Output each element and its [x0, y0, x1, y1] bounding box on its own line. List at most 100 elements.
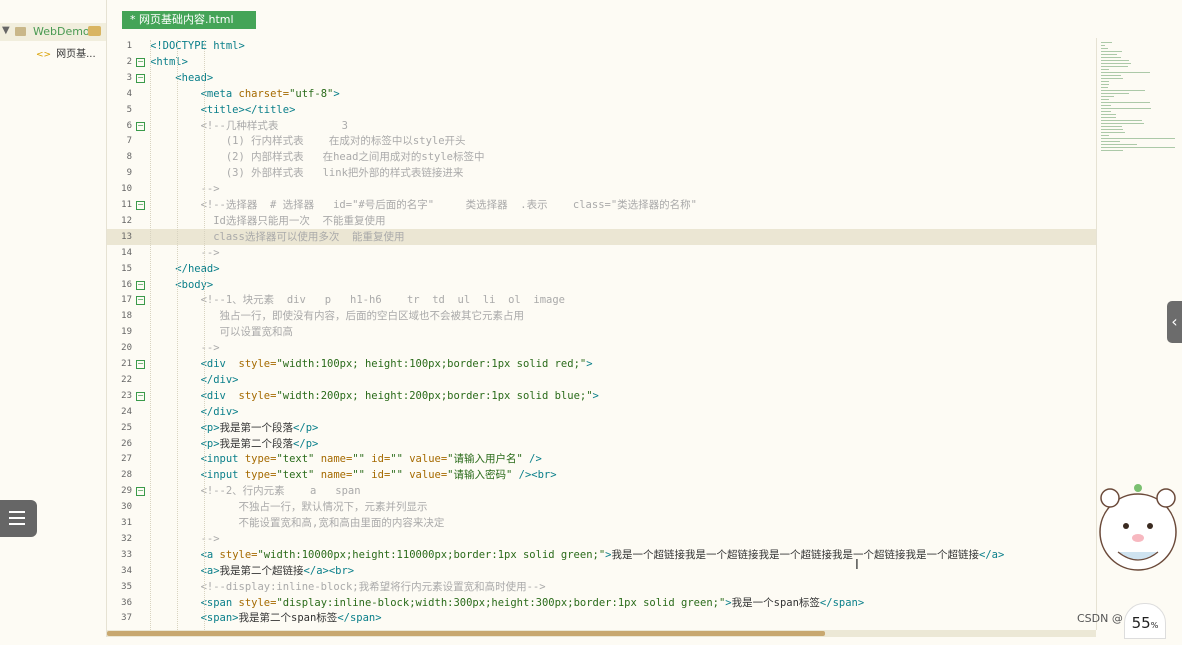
horizontal-scrollbar[interactable]: [107, 630, 1096, 637]
code-token: </p>: [293, 421, 319, 434]
code-token: /><br>: [512, 469, 557, 482]
code-token: style=: [238, 596, 277, 609]
code-line[interactable]: 21− <div style="width:100px; height:100p…: [107, 356, 1096, 372]
minimap-line: [1101, 63, 1132, 64]
code-line[interactable]: 34 <a>我是第二个超链接</a><br>: [107, 563, 1096, 579]
line-number: 4: [126, 88, 132, 99]
code-text: (2) 内部样式表 在head之间用成对的style标签中: [150, 149, 485, 165]
code-token: value=: [409, 453, 448, 466]
code-token: <body>: [175, 278, 214, 291]
code-line[interactable]: 11− <!--选择器 # 选择器 id="#号后面的名字" 类选择器 .表示 …: [107, 197, 1096, 213]
floating-menu-button[interactable]: [0, 500, 37, 537]
code-line[interactable]: 18 独占一行，即使没有内容，后面的空白区域也不会被其它元素占用: [107, 308, 1096, 324]
code-token: "width:10000px;height:110000px;border:1p…: [257, 548, 606, 561]
file-tree-item[interactable]: <> 网页基...: [36, 45, 96, 60]
code-line[interactable]: 28 <input type="text" name="" id="" valu…: [107, 467, 1096, 483]
code-line[interactable]: 14 -->: [107, 245, 1096, 261]
fold-toggle-icon[interactable]: −: [136, 360, 145, 369]
code-line[interactable]: 17− <!--1、块元素 div p h1-h6 tr td ul li ol…: [107, 292, 1096, 308]
code-token: "": [352, 453, 372, 466]
fold-toggle-icon[interactable]: −: [136, 391, 145, 401]
code-line[interactable]: 12 Id选择器只能用一次 不能重复使用: [107, 213, 1096, 229]
code-text: 不能设置宽和高,宽和高由里面的内容来决定: [150, 515, 445, 531]
code-line[interactable]: 9 (3) 外部样式表 link把外部的样式表链接进来: [107, 165, 1096, 181]
code-text: class选择器可以使用多次 能重复使用: [150, 229, 404, 245]
code-token: <span: [200, 596, 239, 609]
code-line[interactable]: 22 </div>: [107, 372, 1096, 388]
code-line[interactable]: 13 class选择器可以使用多次 能重复使用: [107, 228, 1096, 245]
code-token: "display:inline-block;width:300px;height…: [276, 596, 726, 609]
code-text: <title></title>: [150, 102, 296, 118]
code-line[interactable]: 7 (1) 行内样式表 在成对的标签中以style开头: [107, 133, 1096, 149]
code-line[interactable]: 2− <html>: [107, 54, 1096, 70]
code-token: 可以设置宽和高: [150, 326, 294, 339]
fold-toggle-icon[interactable]: −: [136, 73, 145, 83]
code-token: "utf-8": [289, 87, 334, 100]
code-token: "width:100px; height:100px;border:1px so…: [276, 358, 587, 370]
code-line[interactable]: 27 <input type="text" name="" id="" valu…: [107, 451, 1096, 467]
code-token: 我是第一个段落: [219, 421, 294, 434]
code-line[interactable]: 36 <span style="display:inline-block;wid…: [107, 595, 1096, 611]
line-number: 21: [121, 359, 132, 369]
fold-toggle-icon[interactable]: −: [136, 201, 145, 210]
project-tree-item[interactable]: ▼ WebDemo: [0, 23, 106, 41]
code-token: <html>: [150, 55, 188, 68]
collapse-panel-handle[interactable]: ‹: [1167, 301, 1182, 343]
code-line[interactable]: 20 -->: [107, 340, 1096, 356]
code-line[interactable]: 5 <title></title>: [107, 102, 1096, 118]
code-line[interactable]: 25 <p>我是第一个段落</p>: [107, 420, 1096, 436]
code-line[interactable]: 6− <!--几种样式表 3: [107, 118, 1096, 134]
code-line[interactable]: 16− <body>: [107, 277, 1096, 293]
code-line[interactable]: 32 -->: [107, 531, 1096, 547]
fold-toggle-icon[interactable]: −: [136, 280, 145, 290]
line-number: 29: [121, 486, 132, 497]
line-number: 23: [121, 390, 132, 401]
code-line[interactable]: 19 可以设置宽和高: [107, 324, 1096, 340]
code-token: <span>: [200, 612, 239, 625]
line-number: 12: [121, 215, 132, 226]
code-line[interactable]: 33 <a style="width:10000px;height:110000…: [107, 547, 1096, 563]
fold-toggle-icon[interactable]: −: [136, 487, 145, 497]
code-line[interactable]: 29− <!--2、行内元素 a span: [107, 483, 1096, 499]
code-token: "": [390, 453, 410, 466]
code-token: 不独占一行，默认情况下，元素并列显示: [150, 501, 428, 514]
code-line[interactable]: 1 <!DOCTYPE html>: [107, 38, 1096, 54]
code-line[interactable]: 15 </head>: [107, 261, 1096, 277]
code-line[interactable]: 37 <span>我是第二个span标签</span>: [107, 610, 1096, 626]
code-token: id=: [371, 453, 391, 466]
code-text: <div style="width:200px; height:200px;bo…: [150, 388, 599, 404]
fold-toggle-icon[interactable]: −: [136, 57, 145, 67]
code-line[interactable]: 35 <!--display:inline-block;我希望将行内元素设置宽和…: [107, 579, 1096, 595]
code-token: style=: [238, 358, 277, 370]
code-token: -->: [150, 183, 220, 196]
minimap-line: [1101, 129, 1124, 130]
code-text: <a style="width:10000px;height:110000px;…: [150, 547, 1005, 563]
code-line[interactable]: 4 <meta charset="utf-8">: [107, 86, 1096, 102]
code-line[interactable]: 31 不能设置宽和高,宽和高由里面的内容来决定: [107, 515, 1096, 531]
indent-guide: [177, 40, 179, 630]
code-token: style=: [219, 548, 258, 561]
folder-icon: [88, 26, 101, 36]
editor-tab[interactable]: * 网页基础内容.html: [122, 11, 256, 29]
code-editor[interactable]: 1 <!DOCTYPE html> 2− <html> 3− <head> 4 <meta…: [107, 38, 1096, 630]
chevron-down-icon[interactable]: ▼: [2, 25, 10, 36]
minimap-line: [1101, 120, 1142, 121]
scrollbar-thumb[interactable]: [107, 631, 825, 636]
fold-toggle-icon[interactable]: −: [136, 121, 145, 131]
code-line[interactable]: 26 <p>我是第二个段落</p>: [107, 436, 1096, 452]
speed-widget[interactable]: 55%: [1124, 603, 1166, 639]
code-line[interactable]: 23− <div style="width:200px; height:200p…: [107, 388, 1096, 404]
minimap-line: [1101, 147, 1175, 148]
line-number: 3: [126, 72, 132, 83]
code-line[interactable]: 30 不独占一行，默认情况下，元素并列显示: [107, 499, 1096, 515]
code-line[interactable]: 24 </div>: [107, 404, 1096, 420]
code-line[interactable]: 8 (2) 内部样式表 在head之间用成对的style标签中: [107, 149, 1096, 165]
code-line[interactable]: 10 -->: [107, 181, 1096, 197]
code-line[interactable]: 3− <head>: [107, 70, 1096, 86]
fold-toggle-icon[interactable]: −: [136, 296, 145, 306]
